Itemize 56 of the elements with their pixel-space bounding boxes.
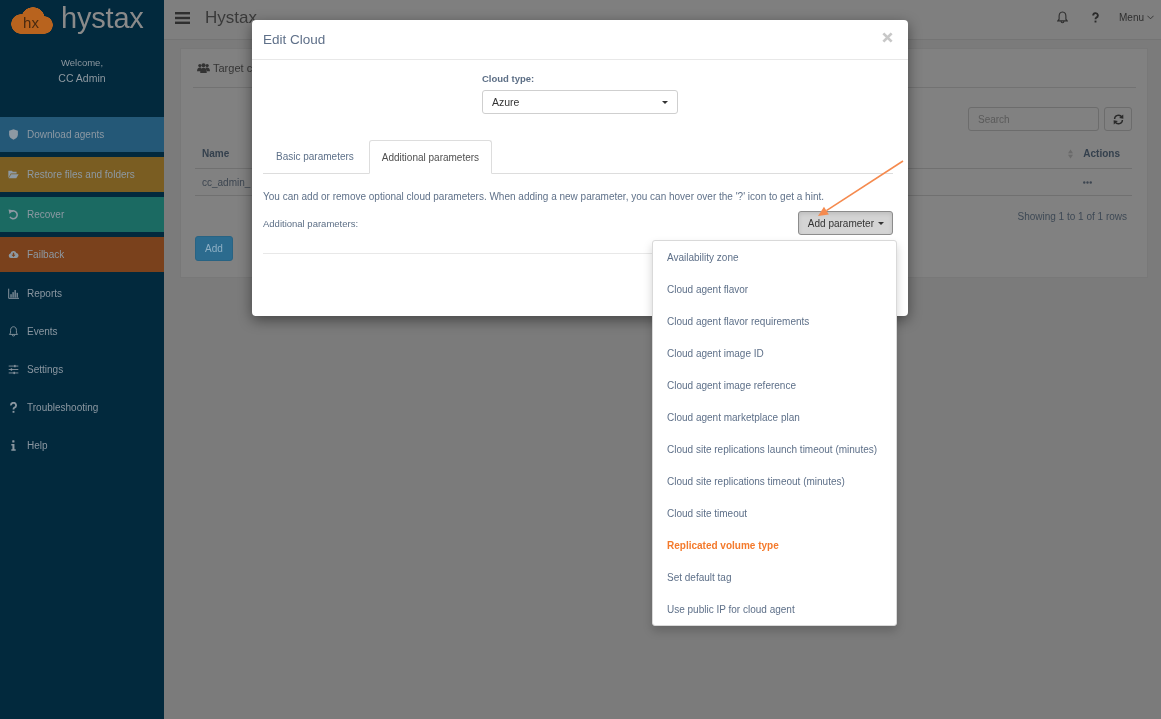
menu-item[interactable]: Cloud site timeout: [653, 497, 896, 529]
sliders-icon: [8, 363, 19, 375]
users-icon: [197, 63, 210, 73]
bar-chart-icon: [8, 287, 19, 299]
hint-text: You can add or remove optional cloud parameters. When adding a new parameter, you can hover over the '?' icon to get a hint.: [263, 190, 825, 204]
menu-item[interactable]: Set default tag: [653, 561, 896, 593]
menu-item[interactable]: Cloud site replications launch timeout (minutes): [653, 433, 896, 465]
shield-icon: [8, 129, 19, 140]
question-icon: [8, 401, 19, 413]
sidebar-tile[interactable]: Failback: [0, 237, 164, 272]
page-title: Hystax: [205, 7, 257, 28]
menu-item[interactable]: Cloud agent image reference: [653, 369, 896, 401]
sidebar-item[interactable]: Help: [0, 426, 164, 464]
menu-item[interactable]: Replicated volume type: [653, 529, 896, 561]
folder-icon: [8, 169, 19, 180]
bell-icon: [8, 325, 19, 337]
caret-icon: [878, 221, 884, 225]
field-label: Additional parameters:: [263, 217, 359, 229]
user-name: CC Admin: [57, 71, 107, 86]
menu-link[interactable]: Menu: [1119, 12, 1154, 23]
menu-item[interactable]: Cloud site replications timeout (minutes): [653, 465, 896, 497]
column-header[interactable]: Name: [202, 148, 230, 159]
table-cell: cc_admin_: [202, 176, 251, 188]
column-header: Actions: [1083, 148, 1120, 159]
sidebar-item[interactable]: Settings: [0, 350, 164, 388]
menu-item[interactable]: Cloud agent image ID: [653, 337, 896, 369]
tab[interactable]: Basic parameters: [263, 140, 367, 173]
logo-name: hystax: [61, 3, 144, 33]
menu-item[interactable]: Cloud agent marketplace plan: [653, 401, 896, 433]
chevron-icon: [1147, 15, 1154, 20]
field-label: Cloud type:: [482, 72, 536, 85]
menu-icon[interactable]: [175, 11, 190, 24]
more-icon[interactable]: [1083, 180, 1092, 184]
cloud-download-icon: [8, 249, 19, 260]
help-icon[interactable]: [1092, 12, 1099, 23]
bell-icon[interactable]: [1057, 11, 1068, 24]
add-parameter-button[interactable]: Add parameter: [797, 211, 893, 235]
undo-icon: [8, 209, 19, 220]
dialog-title: Edit Cloud: [263, 32, 326, 47]
menu-item[interactable]: Use public IP for cloud agent: [653, 593, 896, 625]
close-icon[interactable]: [882, 32, 893, 43]
refresh-icon: [1112, 113, 1124, 125]
refresh-button[interactable]: [1104, 107, 1132, 131]
sidebar-item[interactable]: Reports: [0, 274, 164, 312]
info-icon: [8, 439, 19, 451]
pagination-info: Showing 1 to 1 of 1 rows: [1017, 210, 1127, 222]
logo-mark: hx: [9, 6, 53, 34]
menu-item[interactable]: Availability zone: [653, 241, 896, 273]
tab[interactable]: Additional parameters: [368, 140, 493, 174]
sidebar-item[interactable]: Troubleshooting: [0, 388, 164, 426]
sidebar-item[interactable]: Events: [0, 312, 164, 350]
welcome-text: Welcome,: [59, 56, 105, 70]
caret-icon: [662, 100, 668, 104]
cloud-type-select[interactable]: Azure: [482, 90, 678, 114]
menu-item[interactable]: Cloud agent flavor: [653, 273, 896, 305]
menu-item[interactable]: Cloud agent flavor requirements: [653, 305, 896, 337]
